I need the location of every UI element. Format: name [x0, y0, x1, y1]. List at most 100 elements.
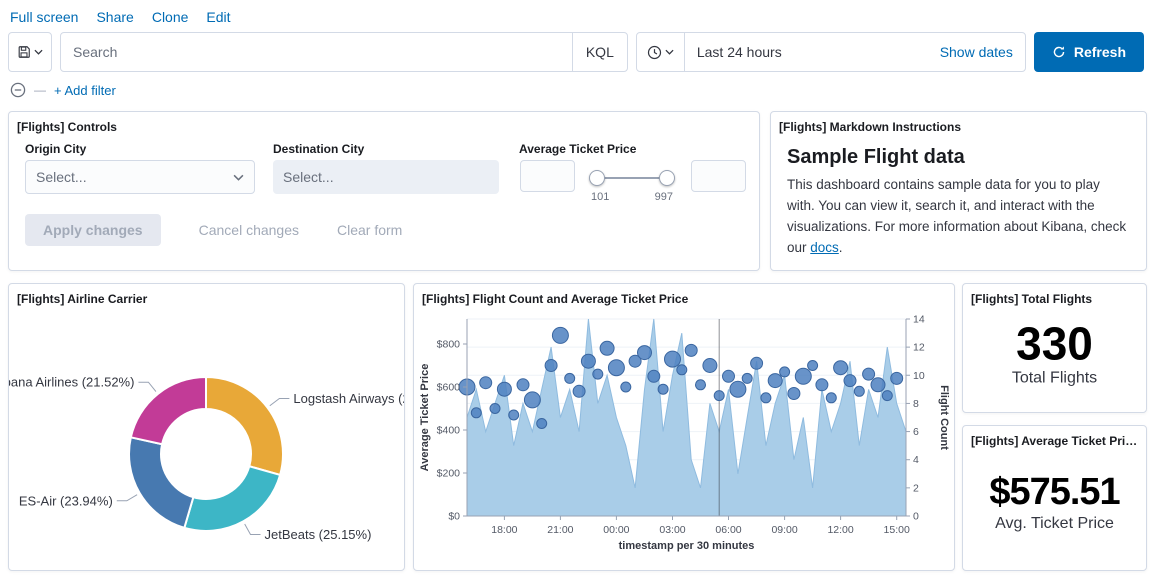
- x-axis-tick: 18:00: [491, 524, 517, 536]
- label-leader-line: [270, 399, 290, 406]
- avg-ticket-price-label: Average Ticket Price: [519, 142, 636, 156]
- ticket-price-bubble[interactable]: [509, 410, 519, 420]
- ticket-price-bubble[interactable]: [471, 408, 481, 418]
- x-axis-tick: 06:00: [715, 524, 741, 536]
- ticket-price-bubble[interactable]: [658, 384, 668, 394]
- ticket-price-bubble[interactable]: [863, 368, 875, 380]
- ticket-price-bubble[interactable]: [703, 359, 717, 373]
- slider-handle-min[interactable]: [589, 170, 605, 186]
- saved-query-menu-button[interactable]: [8, 32, 52, 72]
- markdown-text-end: .: [839, 240, 843, 255]
- avg-ticket-price-metric: $575.51 Avg. Ticket Price: [963, 473, 1146, 533]
- add-filter-link[interactable]: + Add filter: [54, 83, 116, 98]
- pie-slice[interactable]: [184, 466, 280, 531]
- ticket-price-bubble[interactable]: [648, 370, 660, 382]
- ticket-price-bubble[interactable]: [677, 365, 687, 375]
- origin-city-label: Origin City: [25, 142, 86, 156]
- ticket-price-bubble[interactable]: [780, 367, 790, 377]
- origin-city-select[interactable]: Select...: [25, 160, 255, 194]
- kql-syntax-button[interactable]: KQL: [572, 33, 627, 71]
- right-axis-tick: 8: [913, 398, 919, 410]
- clear-form-button[interactable]: Clear form: [337, 222, 402, 238]
- ticket-price-bubble[interactable]: [581, 354, 595, 368]
- ticket-price-bubble[interactable]: [816, 379, 828, 391]
- ticket-price-bubble[interactable]: [608, 360, 624, 376]
- edit-link[interactable]: Edit: [206, 9, 230, 25]
- time-quick-menu-button[interactable]: [637, 33, 685, 71]
- x-axis-tick: 21:00: [547, 524, 573, 536]
- ticket-price-bubble[interactable]: [621, 382, 631, 392]
- ticket-price-bubble[interactable]: [826, 393, 836, 403]
- ticket-price-bubble[interactable]: [834, 361, 848, 375]
- destination-city-placeholder: Select...: [283, 169, 334, 185]
- airline-carrier-donut-chart[interactable]: Logstash Airways (29.39%)JetBeats (25.15…: [9, 306, 404, 570]
- ticket-price-bubble[interactable]: [730, 381, 746, 397]
- ticket-price-bubble[interactable]: [665, 351, 681, 367]
- ticket-price-bubble[interactable]: [714, 391, 724, 401]
- total-flights-label: Total Flights: [963, 370, 1146, 388]
- ticket-price-bubble[interactable]: [685, 344, 697, 356]
- right-axis-tick: 2: [913, 482, 919, 494]
- ticket-price-bubble[interactable]: [545, 360, 557, 372]
- price-max-input[interactable]: [691, 160, 746, 192]
- ticket-price-bubble[interactable]: [871, 378, 885, 392]
- price-min-input[interactable]: [520, 160, 575, 192]
- cancel-changes-button[interactable]: Cancel changes: [199, 222, 299, 238]
- share-link[interactable]: Share: [96, 9, 133, 25]
- panel-title: [Flights] Controls: [9, 112, 759, 134]
- filter-divider: —: [34, 83, 46, 97]
- search-input[interactable]: [61, 44, 572, 60]
- ticket-price-bubble[interactable]: [788, 388, 800, 400]
- ticket-price-bubble[interactable]: [573, 385, 585, 397]
- ticket-price-bubble[interactable]: [537, 419, 547, 429]
- ticket-price-bubble[interactable]: [524, 392, 540, 408]
- clone-link[interactable]: Clone: [152, 9, 189, 25]
- ticket-price-bubble[interactable]: [497, 382, 511, 396]
- ticket-price-bubble[interactable]: [751, 357, 763, 369]
- slider-track: [595, 177, 669, 179]
- flight-count-price-chart[interactable]: $0$200$400$600$8000246810121418:0021:000…: [414, 304, 954, 568]
- ticket-price-bubble[interactable]: [854, 386, 864, 396]
- show-dates-link[interactable]: Show dates: [940, 44, 1025, 60]
- time-range-value[interactable]: Last 24 hours: [685, 44, 794, 60]
- ticket-price-bubble[interactable]: [844, 375, 856, 387]
- ticket-price-bubble[interactable]: [882, 391, 892, 401]
- refresh-button[interactable]: Refresh: [1034, 32, 1144, 72]
- ticket-price-bubble[interactable]: [565, 373, 575, 383]
- chevron-down-icon: [233, 174, 244, 181]
- price-min-value: 101: [591, 191, 609, 203]
- ticket-price-bubble[interactable]: [742, 373, 752, 383]
- ticket-price-bubble[interactable]: [490, 404, 500, 414]
- pie-slice[interactable]: [131, 377, 206, 444]
- destination-city-select[interactable]: Select...: [273, 160, 499, 194]
- ticket-price-bubble[interactable]: [723, 370, 735, 382]
- filter-options-icon[interactable]: [10, 82, 26, 98]
- ticket-price-bubble[interactable]: [517, 379, 529, 391]
- controls-buttons: Apply changes Cancel changes Clear form: [25, 214, 402, 246]
- ticket-price-bubble[interactable]: [696, 380, 706, 390]
- x-axis-tick: 15:00: [884, 524, 910, 536]
- ticket-price-bubble[interactable]: [600, 341, 614, 355]
- label-leader-line: [138, 382, 156, 391]
- pie-slice[interactable]: [206, 377, 283, 475]
- pie-slice[interactable]: [129, 437, 193, 528]
- ticket-price-bubble[interactable]: [480, 377, 492, 389]
- left-axis-tick: $800: [437, 339, 461, 351]
- ticket-price-bubble[interactable]: [808, 361, 818, 371]
- ticket-price-bubble[interactable]: [761, 393, 771, 403]
- ticket-price-bubble[interactable]: [552, 327, 568, 343]
- ticket-price-bubble[interactable]: [768, 374, 782, 388]
- apply-changes-button[interactable]: Apply changes: [25, 214, 161, 246]
- docs-link[interactable]: docs: [810, 240, 839, 255]
- ticket-price-bubble[interactable]: [891, 372, 903, 384]
- panel-title: [Flights] Flight Count and Average Ticke…: [414, 284, 954, 306]
- ticket-price-bubble[interactable]: [795, 368, 811, 384]
- panel-title: [Flights] Airline Carrier: [9, 284, 404, 306]
- slider-handle-max[interactable]: [659, 170, 675, 186]
- ticket-price-bubble[interactable]: [593, 369, 603, 379]
- right-axis-tick: 6: [913, 426, 919, 438]
- chevron-down-icon: [665, 49, 674, 55]
- ticket-price-bubble[interactable]: [638, 346, 652, 360]
- full-screen-link[interactable]: Full screen: [10, 9, 78, 25]
- markdown-heading: Sample Flight data: [771, 134, 1146, 175]
